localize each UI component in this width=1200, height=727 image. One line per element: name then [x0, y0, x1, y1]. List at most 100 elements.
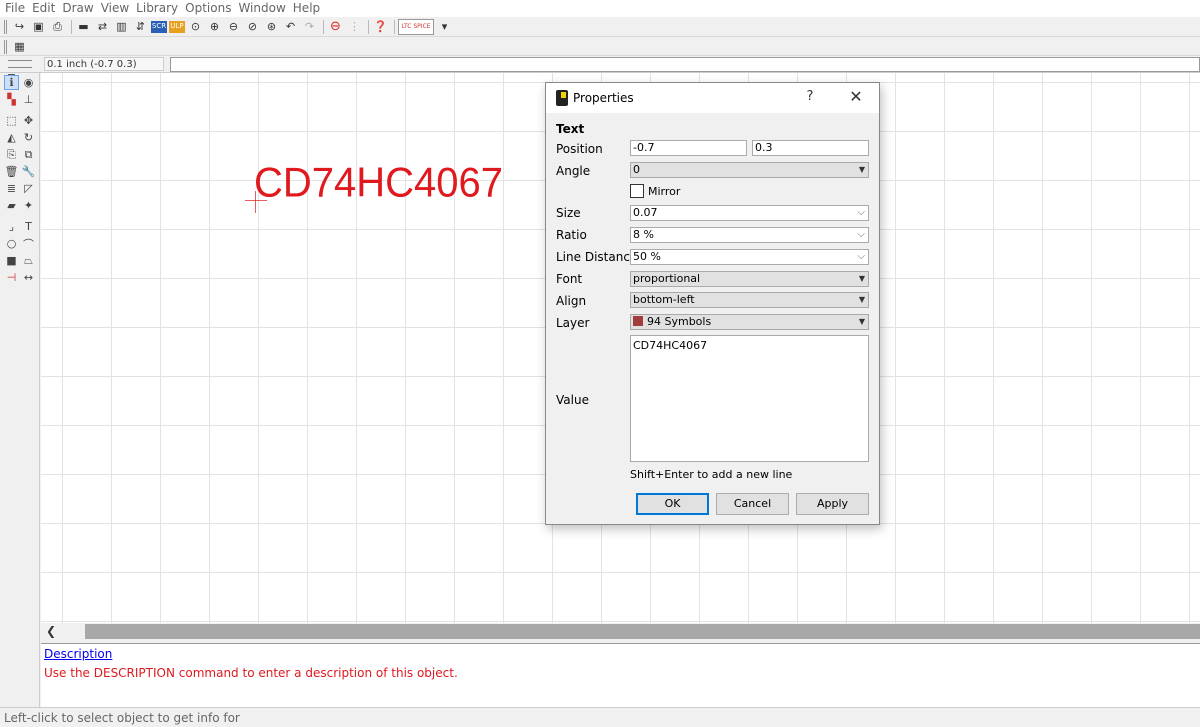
menu-library[interactable]: Library — [134, 0, 183, 17]
coordinate-bar: 0.1 inch (-0.7 0.3) — [0, 56, 1200, 73]
miter-icon[interactable]: ▰ — [4, 198, 19, 213]
open-icon[interactable]: ↪ — [11, 19, 28, 35]
status-message: Left-click to select object to get info … — [4, 711, 240, 725]
layer-label: Layer — [556, 316, 590, 330]
command-input[interactable] — [170, 57, 1200, 72]
zoom-redraw-icon[interactable]: ⊘ — [244, 19, 261, 35]
properties-dialog: Properties ? ✕ Text Position -0.7 0.3 An… — [545, 82, 880, 525]
left-toolbar: ≡ — [0, 70, 40, 707]
symbol-text-object[interactable]: CD74HC4067 — [254, 162, 503, 204]
name-icon[interactable]: ≣ — [4, 181, 19, 196]
menu-window[interactable]: Window — [236, 0, 290, 17]
menu-view[interactable]: View — [99, 0, 134, 17]
display-layers-icon[interactable]: ▚ — [4, 92, 19, 107]
undo-icon[interactable]: ↶ — [282, 19, 299, 35]
split-icon[interactable]: ✦ — [21, 198, 36, 213]
main-toolbar: ↪ ▣ ⎙ ▬ ⇄ ▥ ⇵ SCR ULP ⊙ ⊕ ⊖ ⊘ ⊛ ↶ ↷ ⊖ ⋮ … — [0, 17, 1200, 37]
menu-file[interactable]: File — [3, 0, 30, 17]
layer-color-swatch — [633, 316, 643, 326]
zoom-select-icon[interactable]: ⊛ — [263, 19, 280, 35]
value-textarea[interactable]: CD74HC4067 — [630, 335, 869, 462]
scroll-left-icon[interactable]: ❮ — [44, 623, 58, 640]
mark-icon[interactable]: ⊥ — [21, 92, 36, 107]
board-switch-icon[interactable]: ⇄ — [94, 19, 111, 35]
align-select[interactable]: bottom-left ▼ — [630, 292, 869, 308]
section-title: Text — [556, 122, 585, 136]
script-icon[interactable]: SCR — [151, 20, 167, 33]
apply-button[interactable]: Apply — [796, 493, 869, 515]
help-icon[interactable]: ❓ — [372, 19, 389, 35]
redo-icon[interactable]: ↷ — [301, 19, 318, 35]
show-icon[interactable]: ◉ — [21, 75, 36, 90]
copy-icon[interactable]: ⎘ — [4, 147, 19, 162]
move-icon[interactable]: ✥ — [21, 113, 36, 128]
paste-icon[interactable]: ⧉ — [21, 147, 36, 162]
menu-options[interactable]: Options — [183, 0, 236, 17]
zoom-in-icon[interactable]: ⊕ — [206, 19, 223, 35]
polygon-icon[interactable]: ⏢ — [21, 253, 36, 268]
size-label: Size — [556, 206, 581, 220]
line-icon[interactable]: ⌟ — [4, 219, 19, 234]
arc-icon[interactable]: ⌒ — [21, 236, 36, 251]
position-y-field[interactable]: 0.3 — [752, 140, 869, 156]
angle-value: 0 — [633, 163, 640, 176]
layer-select[interactable]: 94 Symbols ▼ — [630, 314, 869, 330]
ltspice-logo-icon[interactable]: LTC SPICE — [398, 18, 434, 35]
pin-icon[interactable]: ⊣ — [4, 270, 19, 285]
select-group-icon[interactable]: ⬚ — [4, 113, 19, 128]
ltspice-logo-line2: SPICE — [413, 23, 431, 30]
circle-icon[interactable]: ○ — [4, 236, 19, 251]
parameter-toolbar: ▦ — [0, 38, 1200, 56]
rectangle-icon[interactable]: ■ — [4, 253, 19, 268]
ulp-icon[interactable]: ULP — [169, 20, 185, 33]
description-link[interactable]: Description — [44, 647, 112, 661]
mirror-checkbox[interactable] — [630, 184, 644, 198]
stop-icon[interactable]: ⊖ — [327, 19, 344, 35]
mirror-icon[interactable]: ◭ — [4, 130, 19, 145]
ratio-combo[interactable]: 8 % ⌵ — [630, 227, 869, 243]
menu-draw[interactable]: Draw — [60, 0, 98, 17]
menu-help[interactable]: Help — [291, 0, 325, 17]
font-label: Font — [556, 272, 583, 286]
help-button[interactable]: ? — [802, 89, 818, 107]
change-icon[interactable]: 🔧 — [21, 164, 36, 179]
toolbar-separator — [368, 19, 369, 34]
manufacturing-icon[interactable]: ▥ — [113, 19, 130, 35]
line-distance-combo[interactable]: 50 % ⌵ — [630, 249, 869, 265]
horizontal-scrollbar[interactable]: ❮ — [41, 623, 1200, 640]
ok-button[interactable]: OK — [636, 493, 709, 515]
toolbar-separator — [394, 19, 395, 34]
font-select[interactable]: proportional ▼ — [630, 271, 869, 287]
zoom-out-icon[interactable]: ⊖ — [225, 19, 242, 35]
dropdown-arrow-icon[interactable]: ▾ — [436, 19, 453, 35]
toolbar-grip[interactable] — [4, 39, 7, 54]
grid-icon[interactable]: ▦ — [11, 39, 28, 55]
cam-processor-icon[interactable]: ▬ — [75, 19, 92, 35]
toolbar-grip[interactable] — [4, 19, 7, 34]
chevron-down-icon: ▼ — [858, 317, 865, 326]
print-icon[interactable]: ⎙ — [49, 19, 66, 35]
go-icon[interactable]: ⋮ — [346, 19, 363, 35]
info-icon[interactable]: ℹ — [4, 75, 19, 90]
text-icon[interactable]: T — [21, 219, 36, 234]
size-combo[interactable]: 0.07 ⌵ — [630, 205, 869, 221]
save-icon[interactable]: ▣ — [30, 19, 47, 35]
cancel-button[interactable]: Cancel — [716, 493, 789, 515]
menu-edit[interactable]: Edit — [30, 0, 60, 17]
scrollbar-thumb[interactable] — [85, 624, 1200, 639]
rotate-icon[interactable]: ↻ — [21, 130, 36, 145]
dialog-title: Properties — [573, 91, 634, 105]
dimension-icon[interactable]: ↔ — [21, 270, 36, 285]
align-value: bottom-left — [633, 293, 695, 306]
position-x-field[interactable]: -0.7 — [630, 140, 747, 156]
position-label: Position — [556, 142, 603, 156]
dialog-title-bar[interactable]: Properties ? ✕ — [546, 83, 879, 113]
ratio-label: Ratio — [556, 228, 587, 242]
angle-select[interactable]: 0 ▼ — [630, 162, 869, 178]
net-class-icon[interactable]: ⇵ — [132, 19, 149, 35]
zoom-fit-icon[interactable]: ⊙ — [187, 19, 204, 35]
chevron-down-icon: ⌵ — [857, 229, 865, 240]
close-icon[interactable]: ✕ — [844, 86, 868, 108]
smash-icon[interactable]: ◸ — [21, 181, 36, 196]
delete-icon[interactable]: 🗑 — [4, 164, 19, 179]
